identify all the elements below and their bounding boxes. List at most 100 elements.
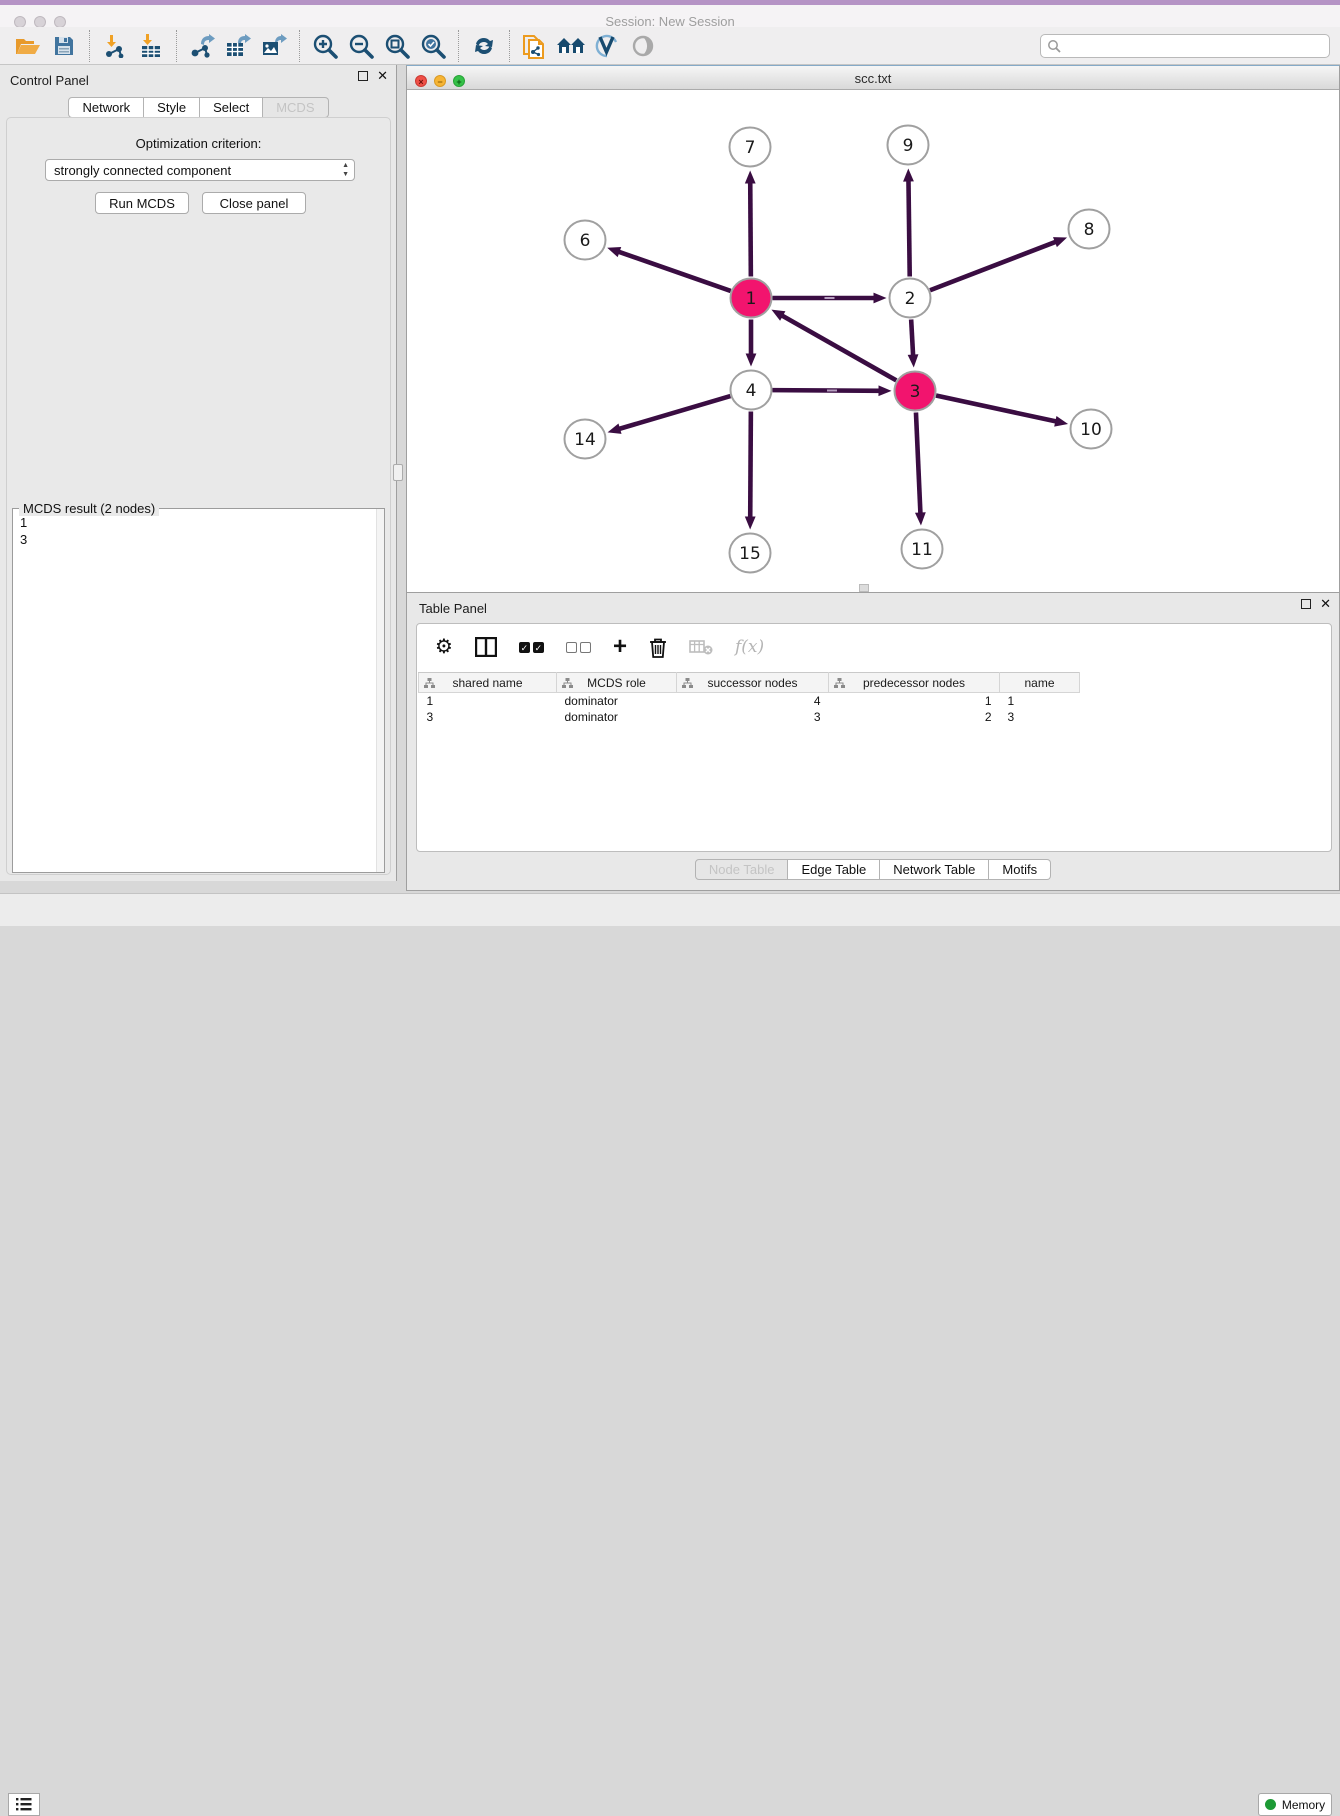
main-toolbar — [0, 27, 1340, 65]
open-session-button[interactable] — [10, 30, 46, 62]
zoom-selected-icon — [420, 33, 446, 59]
float-panel-icon[interactable] — [358, 71, 368, 81]
vizmapper-icon — [594, 34, 620, 58]
tab-select[interactable]: Select — [200, 97, 263, 118]
table-cell[interactable]: 1 — [1000, 693, 1080, 709]
mcds-result-title: MCDS result (2 nodes) — [19, 501, 159, 516]
mcds-result-lines: 13 — [20, 514, 27, 548]
create-column-icon[interactable]: + — [613, 637, 627, 657]
table-cell[interactable]: 3 — [677, 709, 829, 725]
table-cell[interactable]: 3 — [1000, 709, 1080, 725]
export-network-icon — [189, 34, 215, 58]
show-columns-icon[interactable] — [475, 637, 497, 657]
vizmapper-button[interactable] — [589, 30, 625, 62]
zoom-in-icon — [312, 33, 338, 59]
node-label: 2 — [905, 289, 916, 309]
network-view-title: scc.txt — [407, 71, 1339, 86]
node-label: 3 — [910, 382, 921, 402]
table-cell[interactable]: 2 — [829, 709, 1000, 725]
zoom-out-icon — [348, 33, 374, 59]
column-header-successor-nodes[interactable]: successor nodes — [677, 673, 829, 693]
result-line: 1 — [20, 514, 27, 531]
criterion-dropdown[interactable]: strongly connected component ▲▼ — [45, 159, 355, 181]
delete-table-icon — [689, 638, 713, 656]
zoom-in-button[interactable] — [307, 30, 343, 62]
split-divider-grip[interactable] — [393, 464, 403, 481]
memory-button[interactable]: Memory — [1258, 1793, 1332, 1816]
edge-4-14[interactable] — [617, 396, 730, 429]
canvas-resize-grip[interactable] — [859, 584, 869, 592]
edge-2-8[interactable] — [930, 241, 1058, 290]
table-cell[interactable]: 1 — [829, 693, 1000, 709]
edge-1-7[interactable] — [750, 180, 751, 276]
delete-column-trash-icon[interactable] — [649, 637, 667, 658]
edge-arrowhead — [878, 385, 891, 396]
table-cell[interactable]: 4 — [677, 693, 829, 709]
table-panel-tabs: Node TableEdge TableNetwork TableMotifs — [695, 859, 1051, 880]
edge-3-1[interactable] — [780, 315, 896, 381]
new-network-from-selection-button[interactable] — [517, 30, 553, 62]
export-network-button[interactable] — [184, 30, 220, 62]
show-all-networks-button[interactable] — [553, 30, 589, 62]
network-canvas[interactable]: 7968124314101511 — [407, 90, 1339, 592]
mcds-result-frame — [12, 508, 385, 873]
edge-2-3[interactable] — [911, 319, 913, 357]
table-row[interactable]: 3dominator323 — [419, 709, 1080, 725]
column-header-name[interactable]: name — [1000, 673, 1080, 693]
list-icon — [16, 1798, 32, 1811]
deselect-all-columns-icon[interactable] — [566, 642, 591, 653]
node-label: 6 — [580, 231, 591, 251]
edge-arrowhead — [1054, 416, 1068, 427]
dropdown-stepper-icon: ▲▼ — [342, 161, 349, 179]
node-label: 1 — [746, 289, 757, 309]
node-label: 4 — [746, 381, 757, 401]
close-panel-button[interactable]: Close panel — [202, 192, 306, 214]
edge-3-10[interactable] — [936, 396, 1058, 422]
float-panel-icon[interactable] — [1301, 599, 1311, 609]
table-cell[interactable]: dominator — [557, 709, 677, 725]
tab-motifs[interactable]: Motifs — [989, 859, 1051, 880]
tab-edge-table[interactable]: Edge Table — [788, 859, 880, 880]
hide-panel-button[interactable] — [625, 30, 661, 62]
apply-layout-button[interactable] — [466, 30, 502, 62]
network-window-titlebar[interactable]: ×−+ scc.txt — [407, 66, 1339, 90]
task-history-button[interactable] — [8, 1793, 40, 1816]
column-header-predecessor-nodes[interactable]: predecessor nodes — [829, 673, 1000, 693]
export-image-button[interactable] — [256, 30, 292, 62]
table-row[interactable]: 1dominator411 — [419, 693, 1080, 709]
edge-1-6[interactable] — [617, 251, 731, 291]
statusbar: Memory — [0, 893, 1340, 926]
edge-2-9[interactable] — [908, 178, 909, 276]
close-panel-icon[interactable]: ✕ — [377, 71, 388, 81]
column-header-MCDS-role[interactable]: MCDS role — [557, 673, 677, 693]
table-cell[interactable]: dominator — [557, 693, 677, 709]
tab-network-table[interactable]: Network Table — [880, 859, 989, 880]
tab-node-table[interactable]: Node Table — [695, 859, 789, 880]
export-table-icon — [225, 34, 251, 58]
run-mcds-button[interactable]: Run MCDS — [95, 192, 189, 214]
table-cell[interactable]: 3 — [419, 709, 557, 725]
zoom-fit-button[interactable] — [379, 30, 415, 62]
edge-3-11[interactable] — [916, 412, 921, 515]
tab-network[interactable]: Network — [68, 97, 144, 118]
export-table-button[interactable] — [220, 30, 256, 62]
zoom-selected-button[interactable] — [415, 30, 451, 62]
result-scrollbar[interactable] — [376, 509, 384, 872]
column-header-shared-name[interactable]: shared name — [419, 673, 557, 693]
edge-arrowhead — [608, 423, 622, 433]
close-panel-icon[interactable]: ✕ — [1320, 599, 1331, 609]
table-cell[interactable]: 1 — [419, 693, 557, 709]
tab-mcds[interactable]: MCDS — [263, 97, 328, 118]
search-input[interactable] — [1061, 36, 1323, 56]
import-network-button[interactable] — [97, 30, 133, 62]
edge-arrowhead — [1053, 237, 1067, 247]
select-all-columns-icon[interactable]: ✓✓ — [519, 642, 544, 653]
tab-style[interactable]: Style — [144, 97, 200, 118]
node-table[interactable]: shared nameMCDS rolesuccessor nodesprede… — [418, 672, 1080, 725]
zoom-out-button[interactable] — [343, 30, 379, 62]
table-settings-gear-icon[interactable]: ⚙ — [435, 637, 453, 657]
search-field[interactable] — [1040, 34, 1330, 58]
edge-4-15[interactable] — [750, 411, 751, 519]
save-session-button[interactable] — [46, 30, 82, 62]
import-table-button[interactable] — [133, 30, 169, 62]
